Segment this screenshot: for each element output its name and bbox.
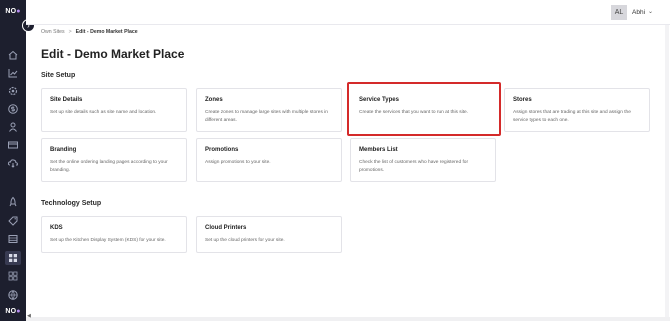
- card-site-details[interactable]: Site Details Set up site details such as…: [41, 88, 187, 132]
- page-title: Edit - Demo Market Place: [41, 47, 185, 61]
- horizontal-scrollbar[interactable]: [26, 317, 670, 321]
- user-name[interactable]: Abhi: [632, 9, 645, 16]
- globe-icon[interactable]: [7, 289, 19, 301]
- chevron-down-icon[interactable]: ⌄: [648, 8, 653, 15]
- section-title-site-setup: Site Setup: [41, 72, 76, 79]
- tag-icon[interactable]: [7, 215, 19, 227]
- card-cloud-printers[interactable]: Cloud Printers Set up the cloud printers…: [196, 216, 342, 253]
- brand-logo-footer: NO●: [5, 308, 21, 315]
- card-title: Service Types: [359, 97, 399, 103]
- card-kds[interactable]: KDS Set up the Kitchen Display System (K…: [41, 216, 187, 253]
- section-title-technology-setup: Technology Setup: [41, 200, 102, 207]
- rocket-icon[interactable]: [7, 196, 19, 208]
- settings-gear-icon[interactable]: [7, 85, 19, 97]
- sidebar: NO● NO●: [0, 0, 26, 321]
- card-description: Set up the cloud printers for your site.: [205, 238, 285, 243]
- breadcrumb-own-sites[interactable]: Own Sites: [41, 29, 65, 35]
- card-description: Create the services that you want to run…: [359, 110, 469, 115]
- breadcrumb: Own Sites > Edit - Demo Market Place: [41, 29, 138, 35]
- breadcrumb-separator: >: [68, 29, 72, 35]
- card-description: Create zones to manage large sites with …: [205, 110, 328, 123]
- card-service-types[interactable]: Service Types Create the services that y…: [347, 82, 501, 136]
- card-title: Zones: [205, 97, 223, 103]
- grid-icon[interactable]: [5, 251, 21, 265]
- dollar-icon[interactable]: [7, 103, 19, 115]
- card-description: Set the online ordering landing pages ac…: [50, 160, 168, 173]
- home-icon[interactable]: [7, 49, 19, 61]
- analytics-icon[interactable]: [7, 67, 19, 79]
- card-title: KDS: [50, 225, 63, 231]
- card-description: Check the list of customers who have reg…: [359, 160, 469, 173]
- card-title: Promotions: [205, 147, 239, 153]
- card-description: Assign promotions to your site.: [205, 160, 271, 165]
- card-stores[interactable]: Stores Assign stores that are trading at…: [504, 88, 650, 132]
- card-title: Cloud Printers: [205, 225, 247, 231]
- card-zones[interactable]: Zones Create zones to manage large sites…: [196, 88, 342, 132]
- avatar[interactable]: AL: [611, 5, 627, 20]
- card-description: Set up the Kitchen Display System (KDS) …: [50, 238, 166, 243]
- breadcrumb-current: Edit - Demo Market Place: [75, 29, 138, 35]
- card-members-list[interactable]: Members List Check the list of customers…: [350, 138, 496, 182]
- brand-logo[interactable]: NO●: [3, 6, 23, 18]
- user-icon[interactable]: [7, 121, 19, 133]
- card-title: Branding: [50, 147, 77, 153]
- card-description: Assign stores that are trading at this s…: [513, 110, 631, 123]
- card-promotions[interactable]: Promotions Assign promotions to your sit…: [196, 138, 342, 182]
- cloud-download-icon[interactable]: [7, 157, 19, 169]
- top-bar: [26, 0, 670, 25]
- apps-icon[interactable]: [7, 270, 19, 282]
- vertical-scrollbar[interactable]: [665, 25, 669, 317]
- card-title: Members List: [359, 147, 398, 153]
- table-icon[interactable]: [7, 233, 19, 245]
- card-branding[interactable]: Branding Set the online ordering landing…: [41, 138, 187, 182]
- card-title: Stores: [513, 97, 532, 103]
- card-icon[interactable]: [7, 139, 19, 151]
- app-window: NO● NO● › AL Abhi ⌄ Own Sites > Edit - D…: [0, 0, 670, 321]
- scroll-left-arrow-icon[interactable]: ◀: [27, 313, 32, 319]
- card-title: Site Details: [50, 97, 83, 103]
- card-description: Set up site details such as site name an…: [50, 110, 157, 115]
